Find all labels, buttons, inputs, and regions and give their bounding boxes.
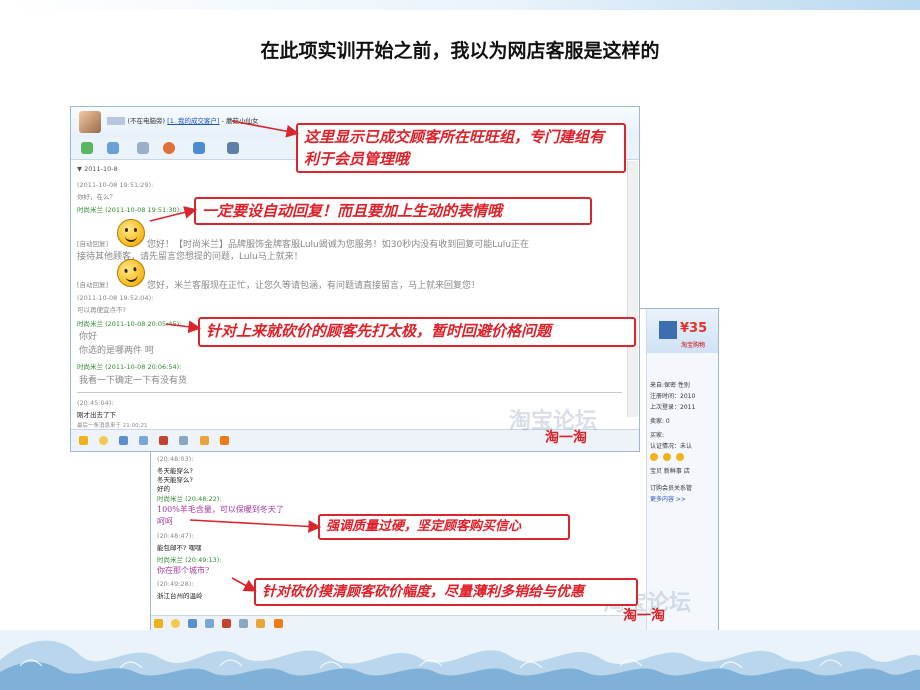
msg-line: (20:45:04): [77, 399, 114, 407]
gift-icon[interactable] [159, 436, 169, 445]
info-row: 来自:保密 性别 [650, 382, 690, 389]
msg-line: 能包邮不? 嘿嘿 [157, 544, 202, 552]
msg-line: 最后一条消息来于 21:00:21 [77, 423, 148, 429]
msg-line: 刚才出去了下 [77, 411, 116, 419]
msg-line: 你好 [79, 332, 98, 342]
callout-quality: 强调质量过硬，坚定顾客购买信心 [318, 514, 570, 540]
product-box-icon [659, 321, 677, 339]
avatar[interactable] [79, 111, 101, 133]
info-row: 上次登录：2011 [650, 404, 696, 411]
msg-line: (20:49:28): [157, 580, 194, 588]
side-ad[interactable]: ¥35 淘宝购物 [647, 309, 718, 353]
more-link[interactable]: 更多内容 >> [647, 493, 718, 504]
baby-icon[interactable] [650, 453, 658, 461]
info-row: 卖家: 0 [650, 418, 670, 425]
msg-line: 您好，米兰客服现在正忙，让您久等请包涵，有问题请直接留言，马上就来回复您！ [147, 281, 481, 291]
emoji-icon[interactable] [171, 619, 181, 628]
msg-line: 时尚米兰 (2011-10-08 19:51:30): [77, 206, 182, 214]
msg-line: 你在那个城市? [157, 566, 210, 575]
callout-group-note: 这里显示已成交顾客所在旺旺组，专门建组有利于会员管理哦 [296, 123, 626, 173]
status-text: (不在电脑旁) [127, 117, 166, 125]
msg-line: 你好，在么？ [77, 193, 116, 201]
hand-icon[interactable] [199, 436, 209, 445]
group-link[interactable]: [1. 我的成交客户] [167, 117, 219, 125]
msg-line: 100%羊毛含量，可以保暖到冬天了 [157, 505, 284, 514]
msg-line: 好的 [157, 485, 170, 493]
msg-line: 浙江台州的温岭 [157, 592, 203, 600]
msg-line: (2011-10-08 19:51:29): [77, 181, 154, 189]
date-separator: ▼ 2011-10-8 [77, 165, 118, 173]
scrollbar[interactable] [627, 161, 638, 417]
divider [77, 392, 622, 393]
voice-chat-icon[interactable] [81, 142, 93, 154]
callout-price-avoid: 针对上来就砍价的顾客先打太极，暂时回避价格问题 [198, 317, 636, 347]
heart-icon[interactable] [273, 619, 283, 628]
msg-line: 可以再便宜点不? [77, 306, 126, 314]
top-band [0, 0, 920, 10]
wave-decoration [0, 630, 920, 690]
info-row: 认证情况：未认 [650, 443, 693, 450]
info-row: 买家: [650, 432, 665, 439]
msg-line: 接待其他顾客，请先留言您想提的问题，Lulu马上就来！ [77, 252, 303, 262]
emoji-icon[interactable] [99, 436, 109, 445]
msg-line: 时尚米兰 (20:49:13): [157, 556, 222, 564]
info-row[interactable]: 订购会员关系管 [647, 482, 718, 493]
share-icon[interactable] [193, 142, 205, 154]
shop-icon[interactable] [676, 453, 684, 461]
shop-icons [647, 451, 718, 465]
msg-line: 你选的是哪两件 呵 [79, 346, 154, 356]
image-icon[interactable] [119, 436, 129, 445]
contact-header: ■■■ (不在电脑旁) [1. 我的成交客户] - 蘑菇小仙女 [107, 115, 259, 125]
callout-bargain: 针对砍价摸清顾客砍价幅度，尽量薄利多销给与优惠 [254, 578, 638, 606]
ad-tag: 淘宝购物 [681, 342, 706, 349]
msg-line: 时尚米兰 (20:48:22): [157, 495, 222, 503]
more-icon[interactable] [179, 436, 189, 445]
msg-line: (20:48:03): [157, 455, 194, 463]
msg-line: (20:48:47): [157, 532, 194, 540]
more-icon[interactable] [239, 619, 249, 628]
camera-icon[interactable] [163, 142, 175, 154]
msg-line: 时尚米兰 (2011-10-08 20:05:45): [77, 320, 182, 328]
settings-icon[interactable] [227, 142, 239, 154]
msg-line: 时尚米兰 (2011-10-08 20:06:54): [77, 363, 182, 371]
hand-icon[interactable] [256, 619, 266, 628]
info-row[interactable]: 宝贝 新鲜事 店 [647, 465, 718, 476]
news-icon[interactable] [663, 453, 671, 461]
smile-emoticon-icon [117, 219, 145, 247]
msg-line: 呵呵 [157, 517, 173, 526]
font-icon[interactable] [154, 619, 163, 628]
stamp: 淘一淘 [623, 608, 665, 624]
msg-line: [自动回复] [77, 240, 109, 248]
image-icon[interactable] [188, 619, 198, 628]
ad-price: ¥35 [680, 321, 708, 336]
heart-icon[interactable] [219, 436, 229, 445]
msg-line: (2011-10-08 19:52:04): [77, 294, 154, 302]
msg-line: [自动回复] [77, 281, 109, 289]
screenshot-icon[interactable] [205, 619, 215, 628]
stamp: 淘一淘 [545, 430, 587, 446]
slide-title: 在此项实训开始之前，我以为网店客服是这样的 [260, 40, 660, 62]
msg-line: 我看一下确定一下有没有货 [79, 376, 188, 386]
gift-icon[interactable] [222, 619, 232, 628]
video-icon[interactable] [107, 142, 119, 154]
header-tail: - 蘑菇小仙女 [221, 117, 259, 125]
buyer-info-panel: ¥35 淘宝购物 来自:保密 性别 注册时间：2010 上次登录：2011 卖家… [646, 309, 718, 631]
font-icon[interactable] [79, 436, 88, 445]
info-row: 注册时间：2010 [650, 393, 696, 400]
screenshot-icon[interactable] [139, 436, 149, 445]
microphone-icon[interactable] [137, 142, 149, 154]
callout-auto-reply: 一定要设自动回复！而且要加上生动的表情哦 [194, 197, 592, 225]
